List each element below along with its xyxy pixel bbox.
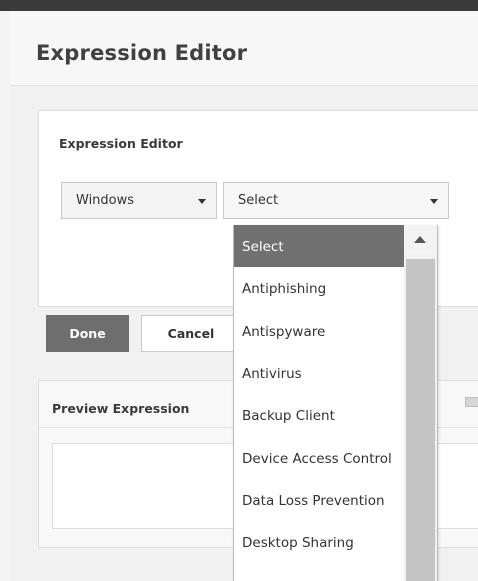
dropdown-option-label: Backup Client (242, 408, 335, 425)
dropdown-option[interactable]: Data Loss Prevention (234, 479, 404, 521)
dropdown-option-label: Device Access Control (242, 450, 392, 467)
dropdown-option-label: Antiphishing (242, 281, 327, 298)
preview-expression-heading: Preview Expression (52, 401, 190, 416)
dropdown-option-label: Antispyware (242, 323, 326, 340)
dropdown-option[interactable]: Antivirus (234, 352, 404, 394)
chevron-down-icon (198, 199, 206, 204)
dropdown-option-label: Desktop Sharing (242, 535, 354, 552)
expression-editor-heading: Expression Editor (59, 136, 183, 151)
os-select-value: Windows (76, 193, 135, 208)
dropdown-option-label: Data Loss Prevention (242, 492, 385, 509)
dropdown-option[interactable]: Select (234, 225, 404, 267)
category-select-value: Select (238, 193, 279, 208)
dropdown-option[interactable]: Antispyware (234, 310, 404, 352)
window-top-bar (0, 0, 478, 11)
left-gutter (0, 11, 10, 581)
chevron-down-icon (430, 199, 438, 204)
dropdown-scrollbar[interactable] (404, 225, 437, 581)
done-button[interactable]: Done (46, 315, 129, 352)
arrow-up-icon (414, 236, 426, 243)
cancel-button[interactable]: Cancel (141, 315, 241, 352)
dropdown-option[interactable]: Device Access Control (234, 437, 404, 479)
scrollbar-thumb[interactable] (406, 259, 435, 581)
scroll-up-button[interactable] (404, 225, 437, 255)
page-title: Expression Editor (36, 41, 248, 65)
dropdown-option[interactable]: Antiphishing (234, 267, 404, 309)
dropdown-option[interactable]: Desktop Sharing (234, 521, 404, 563)
category-dropdown-list[interactable]: Select Antiphishing Antispyware Antivirus Ba… (233, 225, 438, 581)
category-select[interactable]: Select (223, 182, 449, 219)
page-header: Expression Editor (10, 11, 478, 86)
os-select[interactable]: Windows (61, 182, 217, 219)
dropdown-option[interactable]: Backup Client (234, 394, 404, 436)
dropdown-option-label: Select (242, 239, 284, 255)
dropdown-option-label: Antivirus (242, 365, 302, 382)
copy-icon[interactable] (465, 397, 478, 407)
